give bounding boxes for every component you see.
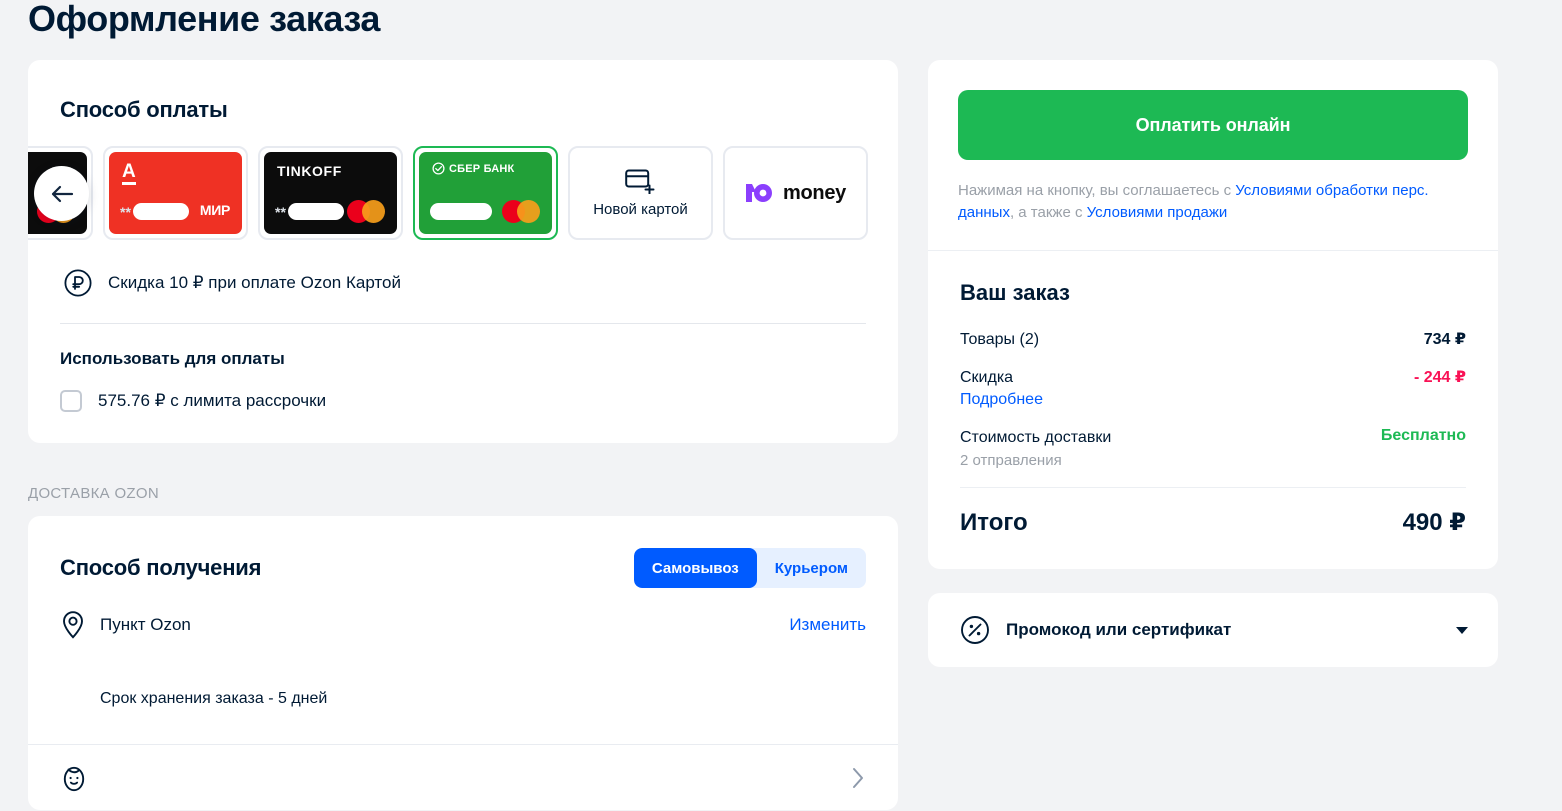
page-title: Оформление заказа — [28, 0, 381, 39]
ozon-card-discount-row: Скидка 10 ₽ при оплате Ozon Картой — [28, 241, 898, 297]
card-face: TINKOFF ** — [264, 152, 397, 234]
payment-option-yoomoney[interactable]: money — [723, 146, 868, 240]
delivery-header: Способ получения Самовывоз Курьером — [28, 516, 898, 588]
promo-code-label: Промокод или сертификат — [1006, 620, 1232, 639]
yoomoney-mark-icon — [746, 184, 773, 202]
promo-code-card[interactable]: Промокод или сертификат — [928, 593, 1498, 667]
right-column: Оплатить онлайн Нажимая на кнопку, вы со… — [928, 60, 1498, 667]
yoomoney-label: money — [783, 181, 846, 204]
order-total-value: 490 ₽ — [1402, 509, 1466, 536]
pickup-change-link[interactable]: Изменить — [789, 615, 866, 635]
payment-card-option-tinkoff[interactable]: TINKOFF ** — [258, 146, 403, 240]
card-face: Новой картой — [574, 152, 707, 234]
summary-label: Скидка — [960, 369, 1014, 386]
order-total-row: Итого 490 ₽ — [928, 488, 1498, 569]
person-face-icon — [63, 766, 85, 791]
card-brand-label: TINKOFF — [277, 163, 342, 179]
delivery-section-label: ДОСТАВКА OZON — [28, 485, 159, 502]
mastercard-icon — [502, 200, 540, 223]
terms-notice: Нажимая на кнопку, вы соглашаетесь с Усл… — [928, 160, 1498, 250]
card-face: СБЕР БАНК — [419, 152, 552, 234]
card-brand-label: СБЕР БАНК — [432, 162, 514, 175]
card-brand-label: A — [122, 162, 136, 185]
payment-card-option-alfa[interactable]: A ** МИР — [103, 146, 248, 240]
checkout-page: Оформление заказа Способ оплаты A ** МИР… — [0, 0, 1562, 811]
ozon-card-discount-text: Скидка 10 ₽ при оплате Ozon Картой — [108, 273, 401, 292]
order-total-label: Итого — [960, 508, 1028, 536]
new-card-label: Новой картой — [593, 201, 688, 218]
delivery-method-toggle: Самовывоз Курьером — [633, 548, 866, 588]
cards-scroll-left-button[interactable] — [34, 166, 89, 221]
summary-value: 734 ₽ — [1423, 331, 1466, 348]
installment-limit-checkbox[interactable] — [60, 390, 82, 412]
terms-link-sale[interactable]: Условиями продажи — [1087, 204, 1228, 221]
chevron-down-icon[interactable] — [1456, 626, 1468, 634]
delivery-toggle-pickup[interactable]: Самовывоз — [633, 548, 757, 588]
card-face: money — [729, 152, 862, 234]
redacted-number-pill — [287, 203, 344, 220]
pay-online-button[interactable]: Оплатить онлайн — [958, 90, 1468, 160]
new-card-content: Новой картой — [574, 152, 707, 234]
summary-value: - 244 ₽ — [1413, 369, 1466, 386]
ruble-circle-icon — [64, 269, 92, 297]
use-for-payment-heading: Использовать для оплаты — [60, 349, 285, 368]
summary-delivery-shipments: 2 отправления — [960, 452, 1062, 469]
card-face: A ** МИР — [109, 152, 242, 234]
delivery-card: Способ получения Самовывоз Курьером Пунк… — [28, 516, 898, 810]
order-summary-title: Ваш заказ — [960, 280, 1070, 305]
sber-check-icon — [432, 162, 445, 175]
storage-term-note: Срок хранения заказа - 5 дней — [100, 690, 328, 707]
summary-label: Стоимость доставки — [960, 429, 1112, 446]
pickup-point-info: Пункт Ozon — [60, 610, 191, 640]
pickup-point-row: Пункт Ozon Изменить — [28, 588, 898, 640]
card-masked-number — [430, 203, 492, 220]
payment-option-new-card[interactable]: Новой картой — [568, 146, 713, 240]
pickup-point-name: Пункт Ozon — [100, 615, 191, 634]
card-mask-stars: ** — [275, 203, 286, 220]
promo-code-left: Промокод или сертификат — [960, 615, 1231, 645]
summary-row-items: Товары (2) 734 ₽ — [960, 329, 1466, 351]
summary-row-discount: Скидка Подробнее - 244 ₽ — [960, 367, 1466, 411]
terms-prefix: Нажимая на кнопку, вы соглашаетесь с — [958, 182, 1236, 199]
payment-cards-row: A ** МИР TINKOFF ** СБЕР БАНК Новой карт… — [28, 145, 898, 241]
yoomoney-content: money — [729, 152, 862, 234]
recipient-info — [60, 763, 104, 793]
percent-circle-icon — [961, 616, 989, 644]
credit-card-plus-icon — [624, 169, 654, 194]
payment-card-option-sberbank[interactable]: СБЕР БАНК — [413, 146, 558, 240]
payment-method-heading: Способ оплаты — [60, 97, 228, 122]
summary-value: Бесплатно — [1380, 427, 1466, 444]
summary-row-delivery: Стоимость доставки 2 отправления Бесплат… — [960, 427, 1466, 471]
card-mask-stars: ** — [120, 203, 131, 220]
mastercard-icon — [347, 200, 385, 223]
delivery-heading: Способ получения — [60, 555, 262, 580]
payment-method-card: Способ оплаты A ** МИР TINKOFF ** СБЕР Б… — [28, 60, 898, 443]
redacted-number-pill — [430, 203, 492, 220]
card-masked-number: ** — [275, 203, 344, 220]
chevron-right-icon — [853, 767, 863, 788]
payment-cards-strip: A ** МИР TINKOFF ** СБЕР БАНК Новой карт… — [28, 145, 898, 241]
installment-limit-label: 575.76 ₽ с лимита рассрочки — [98, 391, 327, 410]
mir-icon: МИР — [199, 202, 230, 218]
card-masked-number: ** — [120, 203, 189, 220]
arrow-left-icon — [51, 185, 73, 202]
summary-discount-details-link[interactable]: Подробнее — [960, 389, 1043, 411]
location-pin-icon — [63, 611, 83, 639]
terms-middle: , а также с — [1009, 204, 1087, 221]
installment-limit-row: 575.76 ₽ с лимита рассрочки — [28, 370, 898, 412]
left-column: Способ оплаты A ** МИР TINKOFF ** СБЕР Б… — [28, 60, 898, 810]
recipient-row[interactable] — [28, 744, 898, 810]
summary-label: Товары (2) — [960, 331, 1040, 348]
redacted-number-pill — [132, 203, 189, 220]
order-summary-rows: Товары (2) 734 ₽ Скидка Подробнее - 244 … — [928, 307, 1498, 471]
order-summary-card: Оплатить онлайн Нажимая на кнопку, вы со… — [928, 60, 1498, 569]
delivery-toggle-courier[interactable]: Курьером — [757, 548, 866, 588]
yoomoney-logo: money — [745, 182, 846, 205]
sber-brand-text: СБЕР БАНК — [449, 162, 515, 175]
